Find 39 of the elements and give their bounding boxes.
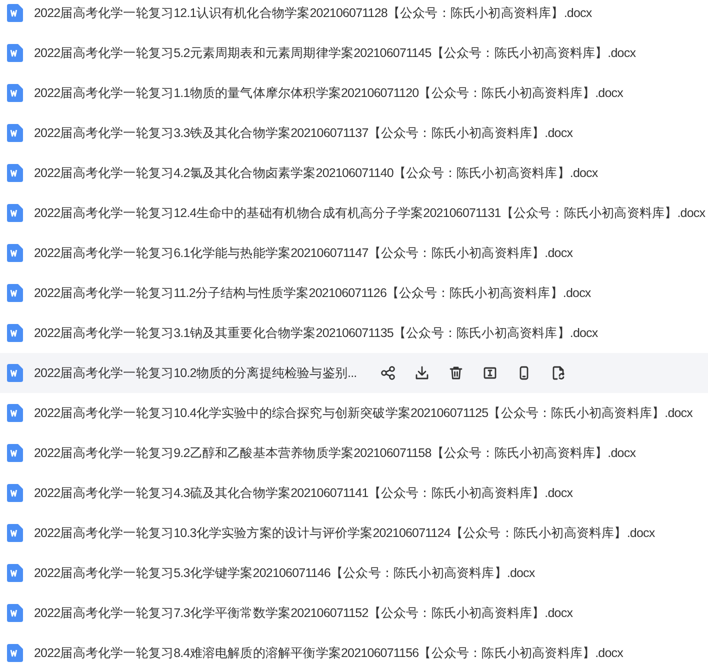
word-document-icon	[7, 44, 23, 62]
word-document-icon	[7, 444, 23, 462]
file-name[interactable]: 2022届高考化学一轮复习12.4生命中的基础有机物合成有机高分子学案202106071131【公众号：陈氏小初高资料库】.docx	[34, 204, 706, 222]
word-document-icon	[7, 164, 23, 182]
file-name[interactable]: 2022届高考化学一轮复习7.3化学平衡常数学案202106071152【公众号：陈氏小初高资料库】.docx	[34, 604, 573, 622]
file-name[interactable]: 2022届高考化学一轮复习1.1物质的量气体摩尔体积学案202106071120【公众号：陈氏小初高资料库】.docx	[34, 84, 623, 102]
delete-icon[interactable]	[448, 365, 464, 381]
word-document-icon	[7, 284, 23, 302]
word-document-icon	[7, 644, 23, 662]
text-box-icon[interactable]	[482, 365, 498, 381]
word-document-icon	[7, 604, 23, 622]
share-icon[interactable]	[380, 365, 396, 381]
word-document-icon	[7, 84, 23, 102]
file-name[interactable]: 2022届高考化学一轮复习12.1认识有机化合物学案202106071128【公众号：陈氏小初高资料库】.docx	[34, 4, 592, 22]
file-name[interactable]: 2022届高考化学一轮复习10.2物质的分离提纯检验与鉴别...	[34, 364, 357, 382]
file-name[interactable]: 2022届高考化学一轮复习3.3铁及其化合物学案202106071137【公众号：陈氏小初高资料库】.docx	[34, 124, 573, 142]
word-document-icon	[7, 4, 23, 22]
file-name[interactable]: 2022届高考化学一轮复习6.1化学能与热能学案202106071147【公众号：陈氏小初高资料库】.docx	[34, 244, 573, 262]
word-document-icon	[7, 364, 23, 382]
word-document-icon	[7, 244, 23, 262]
word-document-icon	[7, 324, 23, 342]
file-name[interactable]: 2022届高考化学一轮复习5.2元素周期表和元素周期律学案202106071145【公众号：陈氏小初高资料库】.docx	[34, 44, 636, 62]
file-name[interactable]: 2022届高考化学一轮复习9.2乙醇和乙酸基本营养物质学案202106071158【公众号：陈氏小初高资料库】.docx	[34, 444, 636, 462]
file-name[interactable]: 2022届高考化学一轮复习4.2氯及其化合物卤素学案202106071140【公众号：陈氏小初高资料库】.docx	[34, 164, 598, 182]
file-name[interactable]: 2022届高考化学一轮复习11.2分子结构与性质学案202106071126【公众号：陈氏小初高资料库】.docx	[34, 284, 591, 302]
download-icon[interactable]	[414, 365, 430, 381]
file-name[interactable]: 2022届高考化学一轮复习8.4难溶电解质的溶解平衡学案202106071156【公众号：陈氏小初高资料库】.docx	[34, 644, 623, 662]
word-document-icon	[7, 204, 23, 222]
file-name[interactable]: 2022届高考化学一轮复习4.3硫及其化合物学案202106071141【公众号：陈氏小初高资料库】.docx	[34, 484, 573, 502]
file-name[interactable]: 2022届高考化学一轮复习10.4化学实验中的综合探究与创新突破学案202106071125【公众号：陈氏小初高资料库】.docx	[34, 404, 693, 422]
file-name[interactable]: 2022届高考化学一轮复习10.3化学实验方案的设计与评价学案202106071124【公众号：陈氏小初高资料库】.docx	[34, 524, 655, 542]
word-document-icon	[7, 124, 23, 142]
file-row-highlight[interactable]: 2022届高考化学一轮复习10.2物质的分离提纯检验与鉴别...	[0, 353, 708, 393]
file-name[interactable]: 2022届高考化学一轮复习3.1钠及其重要化合物学案202106071135【公众号：陈氏小初高资料库】.docx	[34, 324, 598, 342]
word-document-icon	[7, 564, 23, 582]
word-document-icon	[7, 524, 23, 542]
file-name[interactable]: 2022届高考化学一轮复习5.3化学键学案202106071146【公众号：陈氏小初高资料库】.docx	[34, 564, 535, 582]
word-document-icon	[7, 484, 23, 502]
word-document-icon	[7, 404, 23, 422]
